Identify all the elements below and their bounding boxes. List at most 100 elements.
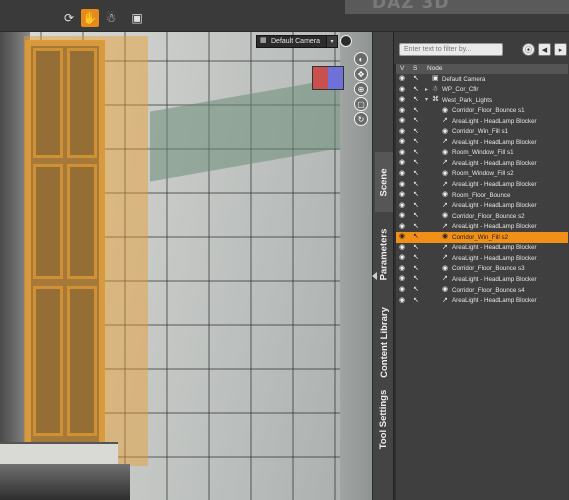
scene-tree-row[interactable]: ◉ ↖ ◉ Corridor_Win_Fill s1 bbox=[396, 127, 568, 138]
visibility-eye-icon[interactable]: ◉ bbox=[399, 170, 408, 178]
scene-tree-row[interactable]: ◉ ↖ ▸ ☃ WP_Cor_Cflr bbox=[396, 85, 568, 96]
expand-icon[interactable]: ▸ bbox=[425, 86, 431, 94]
collapse-icon[interactable]: ▾ bbox=[425, 96, 431, 104]
selectable-arrow-icon[interactable]: ↖ bbox=[413, 244, 422, 252]
visibility-eye-icon[interactable]: ◉ bbox=[399, 96, 408, 104]
collapse-arrow-icon[interactable] bbox=[372, 272, 377, 280]
scene-tree-row[interactable]: ◉ ↖ ◉ Room_Window_Fill s1 bbox=[396, 148, 568, 159]
visibility-eye-icon[interactable]: ◉ bbox=[399, 275, 408, 283]
orbit-icon[interactable]: ◐ bbox=[354, 52, 368, 66]
visibility-eye-icon[interactable]: ◉ bbox=[399, 149, 408, 157]
scene-tree-row[interactable]: ◉ ↖ ↗ AreaLight - HeadLamp Blocker bbox=[396, 243, 568, 254]
scene-tree-row[interactable]: ◉ ↖ ↗ AreaLight - HeadLamp Blocker bbox=[396, 274, 568, 285]
visibility-eye-icon[interactable]: ◉ bbox=[399, 75, 408, 83]
tab-parameters[interactable]: Parameters bbox=[375, 217, 393, 292]
visibility-eye-icon[interactable]: ◉ bbox=[399, 233, 408, 241]
hand-tool-icon[interactable]: ✋ bbox=[81, 9, 99, 27]
scene-tree-row[interactable]: ◉ ↖ ◉ Room_Window_Fill s2 bbox=[396, 169, 568, 180]
scene-tree-row[interactable]: ◉ ↖ ↗ AreaLight - HeadLamp Blocker bbox=[396, 253, 568, 264]
selectable-arrow-icon[interactable]: ↖ bbox=[413, 191, 422, 199]
light-icon: ◉ bbox=[442, 127, 449, 135]
visibility-eye-icon[interactable]: ◉ bbox=[399, 138, 408, 146]
selectable-arrow-icon[interactable]: ↖ bbox=[413, 202, 422, 210]
visibility-eye-icon[interactable]: ◉ bbox=[399, 117, 408, 125]
visibility-eye-icon[interactable]: ◉ bbox=[399, 181, 408, 189]
selectable-arrow-icon[interactable]: ↖ bbox=[413, 96, 422, 104]
visibility-eye-icon[interactable]: ◉ bbox=[399, 265, 408, 273]
scene-tree-row[interactable]: ◉ ↖ ◉ Room_Floor_Bounce bbox=[396, 190, 568, 201]
rotate-tool-icon[interactable]: ⟳ bbox=[60, 9, 78, 27]
visibility-eye-icon[interactable]: ◉ bbox=[399, 191, 408, 199]
scene-tree-row[interactable]: ◉ ↖ ↗ AreaLight - HeadLamp Blocker bbox=[396, 158, 568, 169]
visibility-eye-icon[interactable]: ◉ bbox=[399, 254, 408, 262]
selectable-arrow-icon[interactable]: ↖ bbox=[413, 275, 422, 283]
visibility-eye-icon[interactable]: ◉ bbox=[399, 107, 408, 115]
previous-icon[interactable]: ◀ bbox=[538, 43, 551, 56]
visibility-eye-icon[interactable]: ◉ bbox=[399, 244, 408, 252]
tab-tool-settings[interactable]: Tool Settings bbox=[375, 377, 393, 462]
selectable-arrow-icon[interactable]: ↖ bbox=[413, 233, 422, 241]
scene-tree-row[interactable]: ◉ ↖ ◉ Corridor_Floor_Bounce s3 bbox=[396, 264, 568, 275]
selectable-arrow-icon[interactable]: ↖ bbox=[413, 286, 422, 294]
scene-tree-row[interactable]: ◉ ↖ ↗ AreaLight - HeadLamp Blocker bbox=[396, 180, 568, 191]
selectable-arrow-icon[interactable]: ↖ bbox=[413, 212, 422, 220]
selectable-arrow-icon[interactable]: ↖ bbox=[413, 117, 422, 125]
scene-tree-row[interactable]: ◉ ↖ ▾ ⌘ West_Park_Lights bbox=[396, 95, 568, 106]
selectable-arrow-icon[interactable]: ↖ bbox=[413, 170, 422, 178]
selectable-arrow-icon[interactable]: ↖ bbox=[413, 86, 422, 94]
visibility-eye-icon[interactable]: ◉ bbox=[399, 86, 408, 94]
scene-tree-row[interactable]: ◉ ↖ ↗ AreaLight - HeadLamp Blocker bbox=[396, 201, 568, 212]
selectable-arrow-icon[interactable]: ↖ bbox=[413, 223, 422, 231]
zoom-icon[interactable]: ⊕ bbox=[354, 82, 368, 96]
chevron-down-icon[interactable]: ▾ bbox=[326, 35, 338, 48]
selectable-arrow-icon[interactable]: ↖ bbox=[413, 75, 422, 83]
scene-tree-row[interactable]: ◉ ↖ ↗ AreaLight - HeadLamp Blocker bbox=[396, 137, 568, 148]
selectable-arrow-icon[interactable]: ↖ bbox=[413, 107, 422, 115]
search-options-icon[interactable]: ⦿ bbox=[522, 43, 535, 56]
column-selectable[interactable]: S bbox=[413, 65, 417, 72]
visibility-eye-icon[interactable]: ◉ bbox=[399, 286, 408, 294]
selectable-arrow-icon[interactable]: ↖ bbox=[413, 265, 422, 273]
selectable-arrow-icon[interactable]: ↖ bbox=[413, 149, 422, 157]
column-node[interactable]: Node bbox=[427, 65, 443, 72]
column-visible[interactable]: V bbox=[400, 65, 404, 72]
selectable-arrow-icon[interactable]: ↖ bbox=[413, 128, 422, 136]
frame-icon[interactable]: ▢ bbox=[354, 97, 368, 111]
reset-icon[interactable]: ↻ bbox=[354, 112, 368, 126]
node-label: Corridor_Win_Fill s1 bbox=[452, 128, 509, 136]
visibility-eye-icon[interactable]: ◉ bbox=[399, 223, 408, 231]
pan-icon[interactable]: ✥ bbox=[354, 67, 368, 81]
scene-tree-row[interactable]: ◉ ↖ ◉ Corridor_Floor_Bounce s1 bbox=[396, 106, 568, 117]
selectable-arrow-icon[interactable]: ↖ bbox=[413, 254, 422, 262]
scene-tree-row[interactable]: ◉ ↖ ↗ AreaLight - HeadLamp Blocker bbox=[396, 116, 568, 127]
scene-tree-row[interactable]: ◉ ↖ ◉ Corridor_Floor_Bounce s2 bbox=[396, 211, 568, 222]
camera-tool-icon[interactable]: ▣ bbox=[128, 9, 146, 27]
visibility-eye-icon[interactable]: ◉ bbox=[399, 297, 408, 305]
scene-tree-row[interactable]: ◉ ↖ ◉ Corridor_Win_Fill s2 bbox=[396, 232, 568, 243]
viewport[interactable] bbox=[0, 32, 372, 500]
arealight-icon: ↗ bbox=[442, 254, 448, 262]
scene-tree-row[interactable]: ◉ ↖ ↗ AreaLight - HeadLamp Blocker bbox=[396, 222, 568, 233]
scene-tree-row[interactable]: ◉ ↖ ▣ Default Camera bbox=[396, 74, 568, 85]
scene-tree-row[interactable]: ◉ ↖ ↗ AreaLight - HeadLamp Blocker bbox=[396, 296, 568, 307]
view-cube[interactable] bbox=[312, 66, 344, 90]
node-label: Corridor_Floor_Bounce s3 bbox=[452, 265, 525, 273]
figure-tool-icon[interactable]: ☃ bbox=[102, 9, 120, 27]
visibility-eye-icon[interactable]: ◉ bbox=[399, 202, 408, 210]
visibility-eye-icon[interactable]: ◉ bbox=[399, 159, 408, 167]
view-toggle-icon[interactable] bbox=[340, 35, 352, 47]
tab-scene[interactable]: Scene bbox=[375, 152, 393, 212]
tab-content-library[interactable]: Content Library bbox=[375, 297, 393, 387]
selectable-arrow-icon[interactable]: ↖ bbox=[413, 138, 422, 146]
selectable-arrow-icon[interactable]: ↖ bbox=[413, 159, 422, 167]
visibility-eye-icon[interactable]: ◉ bbox=[399, 128, 408, 136]
node-label: AreaLight - HeadLamp Blocker bbox=[452, 223, 537, 231]
scene-tree-row[interactable]: ◉ ↖ ◉ Corridor_Floor_Bounce s4 bbox=[396, 285, 568, 296]
selectable-arrow-icon[interactable]: ↖ bbox=[413, 181, 422, 189]
visibility-eye-icon[interactable]: ◉ bbox=[399, 212, 408, 220]
selected-light-highlight[interactable] bbox=[24, 36, 148, 466]
selectable-arrow-icon[interactable]: ↖ bbox=[413, 297, 422, 305]
options-menu-icon[interactable]: ▸ bbox=[554, 43, 567, 56]
node-label: Corridor_Win_Fill s2 bbox=[452, 233, 509, 241]
filter-input[interactable]: Enter text to filter by... bbox=[399, 43, 503, 56]
